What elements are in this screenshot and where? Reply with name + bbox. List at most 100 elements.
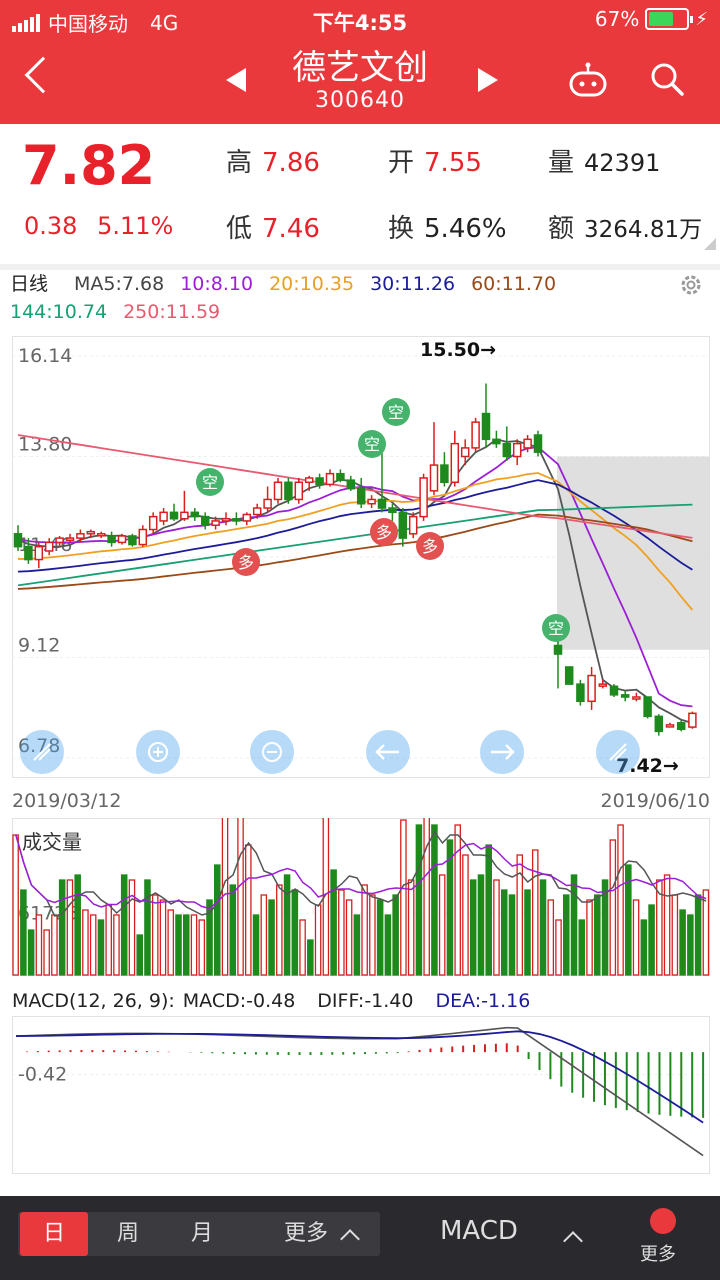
volume-bar xyxy=(524,889,531,976)
app-header: 中国移动 4G 下午4:55 67% ⚡ 德艺文创 300640 xyxy=(0,0,720,124)
volume-bar xyxy=(694,894,702,976)
signal-marker-label: 空 xyxy=(202,473,218,492)
volume-bar xyxy=(97,919,105,976)
expand-chevron-icon[interactable] xyxy=(704,238,716,250)
candle-body xyxy=(138,528,148,546)
start-date: 2019/03/12 xyxy=(12,790,122,812)
candle-body xyxy=(440,464,449,484)
fullscreen-icon[interactable] xyxy=(596,730,640,774)
chevron-up-icon[interactable] xyxy=(563,1231,583,1251)
signal-marker-label: 多 xyxy=(238,553,254,572)
change-value: 0.38 xyxy=(24,212,78,240)
next-stock-icon[interactable] xyxy=(478,68,498,92)
candle-body xyxy=(159,511,168,522)
volume-bar xyxy=(493,879,500,976)
volume-bar xyxy=(58,879,66,976)
volume-bar xyxy=(89,914,97,976)
candle-body xyxy=(148,515,158,531)
zoom-in-icon[interactable] xyxy=(136,730,180,774)
volume-bar xyxy=(175,914,182,976)
candle-body xyxy=(55,537,64,544)
more-menu-label[interactable]: 更多 xyxy=(640,1240,676,1266)
candle-body xyxy=(24,545,33,561)
zoom-out-icon[interactable] xyxy=(250,730,294,774)
y-tick-label: 9.12 xyxy=(18,635,60,657)
dea-value: DEA:-1.16 xyxy=(435,990,531,1012)
scroll-left-icon[interactable] xyxy=(366,730,410,774)
candle-body xyxy=(450,442,460,484)
candle-body xyxy=(654,715,664,733)
signal-marker-label: 多 xyxy=(422,537,438,556)
more-menu-icon[interactable] xyxy=(650,1208,676,1234)
candle-body xyxy=(632,696,641,700)
tab-day[interactable]: 日 xyxy=(20,1212,88,1256)
amount-value: 3264.81万 xyxy=(584,217,703,243)
volume-bar xyxy=(12,834,19,976)
volume-bar xyxy=(469,879,477,976)
candle-body xyxy=(180,511,189,520)
candle-body xyxy=(273,481,283,501)
volume-bar xyxy=(291,889,299,976)
volume-bar xyxy=(594,894,601,976)
volume-bar xyxy=(555,919,562,976)
y-tick-label: 16.14 xyxy=(18,345,72,367)
y-tick-label: -0.42 xyxy=(18,1064,67,1086)
macd-chart[interactable]: -0.42 xyxy=(12,1016,710,1174)
last-price: 7.82 xyxy=(22,134,156,197)
volume-bar xyxy=(687,914,694,976)
price-change: 0.38 5.11% xyxy=(24,212,173,240)
candle-body xyxy=(96,533,106,537)
candle-body xyxy=(533,434,543,453)
tab-month[interactable]: 月 xyxy=(168,1212,236,1256)
volume-bar xyxy=(423,818,430,976)
candle-body xyxy=(512,442,522,458)
candlestick-chart[interactable]: 16.1413.8011.469.126.78空空空多多多空15.50→7.42… xyxy=(12,336,710,778)
diff-value: DIFF:-1.40 xyxy=(317,990,414,1012)
candle-body xyxy=(190,511,200,518)
candle-body xyxy=(502,442,512,458)
change-percent: 5.11% xyxy=(97,212,174,240)
robot-assistant-icon[interactable] xyxy=(568,62,608,98)
volume-bar xyxy=(245,844,252,976)
candle-body xyxy=(211,520,220,526)
stock-code: 300640 xyxy=(315,88,405,113)
candle-body xyxy=(388,507,397,514)
volume-bar xyxy=(159,899,167,976)
candle-body xyxy=(44,541,54,552)
indicator-selector[interactable]: MACD xyxy=(440,1216,518,1246)
candle-body xyxy=(553,644,563,655)
candle-body xyxy=(336,472,345,481)
volume-bar xyxy=(353,914,361,976)
scroll-right-icon[interactable] xyxy=(480,730,524,774)
volume-bar xyxy=(330,869,337,976)
candle-body xyxy=(76,533,85,539)
volume-bar xyxy=(276,884,283,976)
volume-title: 成交量 xyxy=(22,830,82,854)
volume-bar xyxy=(407,879,415,976)
status-bar: 中国移动 4G 下午4:55 67% ⚡ xyxy=(0,0,720,40)
volume-bar xyxy=(136,934,143,976)
volume-bar xyxy=(632,899,640,976)
candle-body xyxy=(325,472,335,486)
volume-bar xyxy=(663,874,671,976)
candle-body xyxy=(232,518,241,522)
tab-week[interactable]: 周 xyxy=(94,1212,162,1256)
ma-legend: 日线 MA5:7.68 10:8.10 20:10.35 30:11.26 60:11.7… xyxy=(10,270,710,326)
signal-marker-label: 空 xyxy=(548,619,564,638)
volume-bar xyxy=(462,854,469,976)
ma60-label: 60:11.70 xyxy=(471,273,557,295)
macd-legend: MACD(12, 26, 9): MACD:-0.48 DIFF:-1.40 DEA:… xyxy=(12,990,552,1012)
tab-more-periods[interactable]: 更多 xyxy=(266,1212,346,1256)
expand-icon[interactable] xyxy=(20,730,64,774)
volume-bar xyxy=(120,874,128,976)
search-icon[interactable] xyxy=(650,62,684,96)
period-label[interactable]: 日线 xyxy=(10,273,48,295)
gear-icon[interactable] xyxy=(678,272,704,298)
candle-body xyxy=(304,477,314,484)
high-item: 高 7.86 xyxy=(226,148,320,178)
volume-bar xyxy=(237,818,244,976)
volume-item: 量 42391 xyxy=(548,148,661,178)
volume-bar xyxy=(35,914,43,976)
volume-chart[interactable]: 61725 xyxy=(12,818,710,976)
volume-bar xyxy=(384,914,392,976)
